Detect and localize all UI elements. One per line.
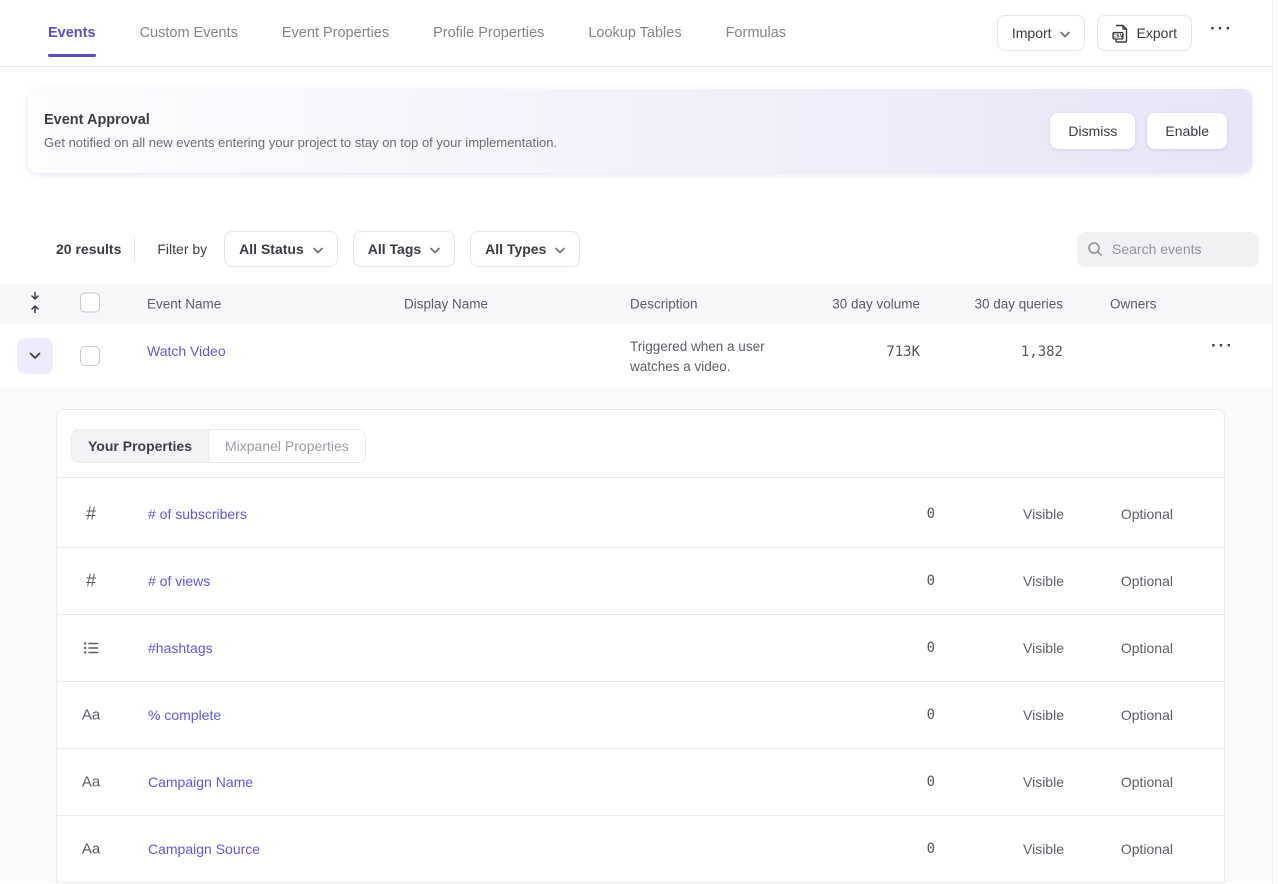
property-name-link[interactable]: #hashtags <box>148 640 213 656</box>
types-filter-dropdown[interactable]: All Types <box>470 231 580 267</box>
more-menu-icon[interactable]: ··· <box>1204 19 1239 47</box>
search-box[interactable] <box>1077 232 1259 267</box>
property-name-link[interactable]: # of subscribers <box>148 506 247 522</box>
chevron-down-icon <box>555 241 565 257</box>
banner-description: Get notified on all new events entering … <box>44 135 557 150</box>
tab-event-properties[interactable]: Event Properties <box>282 0 389 66</box>
property-requirement: Optional <box>973 774 1173 790</box>
chevron-down-icon <box>430 241 440 257</box>
property-row: #hashtags 0 Visible Optional <box>57 615 1224 682</box>
enable-button[interactable]: Enable <box>1147 113 1227 149</box>
csv-file-icon: CSV <box>1112 24 1129 43</box>
property-row: Aa Campaign Name 0 Visible Optional <box>57 749 1224 816</box>
tags-filter-label: All Tags <box>368 241 421 257</box>
chevron-down-icon <box>29 352 41 360</box>
property-name-link[interactable]: % complete <box>148 707 221 723</box>
status-filter-dropdown[interactable]: All Status <box>224 231 338 267</box>
event-30-day-queries: 1,382 <box>913 344 1063 360</box>
tab-formulas[interactable]: Formulas <box>726 0 786 66</box>
top-navigation: Events Custom Events Event Properties Pr… <box>0 0 1279 67</box>
chevron-down-icon <box>313 241 323 257</box>
collapse-rows-icon[interactable] <box>28 291 42 318</box>
export-button[interactable]: CSV Export <box>1097 15 1192 51</box>
banner-title: Event Approval <box>44 112 557 128</box>
text-icon: Aa <box>79 774 103 791</box>
column-event-name: Event Name <box>147 297 221 312</box>
row-more-menu-icon[interactable]: ··· <box>1205 336 1240 364</box>
dismiss-button[interactable]: Dismiss <box>1050 113 1135 149</box>
search-input[interactable] <box>1112 241 1249 257</box>
filter-by-label: Filter by <box>157 241 207 257</box>
banner-actions: Dismiss Enable <box>1050 113 1227 149</box>
event-30-day-volume: 713K <box>770 344 920 360</box>
import-button[interactable]: Import <box>997 15 1085 51</box>
property-row: # # of subscribers 0 Visible Optional <box>57 481 1224 548</box>
search-icon <box>1087 241 1103 257</box>
export-button-label: Export <box>1137 25 1177 41</box>
chevron-down-icon <box>1060 25 1070 41</box>
text-icon: Aa <box>79 841 103 858</box>
text-icon: Aa <box>79 707 103 724</box>
types-filter-label: All Types <box>485 241 546 257</box>
banner-text: Event Approval Get notified on all new e… <box>44 112 557 150</box>
property-requirement: Optional <box>973 506 1173 522</box>
tab-profile-properties[interactable]: Profile Properties <box>433 0 544 66</box>
svg-text:CSV: CSV <box>1112 33 1123 39</box>
column-description: Description <box>630 297 698 312</box>
expanded-event-region: Your Properties Mixpanel Properties # # … <box>0 388 1279 883</box>
property-name-link[interactable]: Campaign Name <box>148 774 253 790</box>
list-icon <box>79 639 103 657</box>
tab-events[interactable]: Events <box>48 0 96 66</box>
column-display-name: Display Name <box>404 297 488 312</box>
tab-lookup-tables[interactable]: Lookup Tables <box>588 0 681 66</box>
filter-bar: 20 results Filter by All Status All Tags… <box>0 231 1279 267</box>
import-button-label: Import <box>1012 25 1052 41</box>
event-name-link[interactable]: Watch Video <box>147 343 226 359</box>
scrollbar-gutter[interactable] <box>1272 0 1279 884</box>
tab-custom-events[interactable]: Custom Events <box>140 0 238 66</box>
nav-tabs: Events Custom Events Event Properties Pr… <box>48 0 786 66</box>
property-row: Aa % complete 0 Visible Optional <box>57 682 1224 749</box>
property-requirement: Optional <box>973 841 1173 857</box>
tab-mixpanel-properties[interactable]: Mixpanel Properties <box>208 430 365 462</box>
property-requirement: Optional <box>973 573 1173 589</box>
tab-your-properties[interactable]: Your Properties <box>72 430 208 462</box>
number-icon: # <box>79 571 103 592</box>
collapse-row-button[interactable] <box>17 338 53 374</box>
select-all-checkbox[interactable] <box>80 293 100 313</box>
tags-filter-dropdown[interactable]: All Tags <box>353 231 455 267</box>
properties-card: Your Properties Mixpanel Properties # # … <box>56 409 1225 883</box>
event-approval-banner: Event Approval Get notified on all new e… <box>28 89 1252 173</box>
nav-actions: Import CSV Export ··· <box>997 15 1239 51</box>
divider <box>134 236 135 262</box>
number-icon: # <box>79 504 103 525</box>
column-owners: Owners <box>1110 297 1157 312</box>
results-count: 20 results <box>56 241 121 257</box>
property-requirement: Optional <box>973 707 1173 723</box>
property-row: Aa Campaign Source 0 Visible Optional <box>57 816 1224 883</box>
status-filter-label: All Status <box>239 241 304 257</box>
property-requirement: Optional <box>973 640 1173 656</box>
column-30-day-volume: 30 day volume <box>770 297 920 312</box>
events-table-header: Event Name Display Name Description 30 d… <box>0 284 1279 324</box>
properties-tabs: Your Properties Mixpanel Properties <box>71 429 366 463</box>
table-row-watch-video: Watch Video Triggered when a user watche… <box>0 324 1279 388</box>
column-30-day-queries: 30 day queries <box>913 297 1063 312</box>
property-row: # # of views 0 Visible Optional <box>57 548 1224 615</box>
property-name-link[interactable]: Campaign Source <box>148 841 260 857</box>
property-name-link[interactable]: # of views <box>148 573 210 589</box>
divider <box>57 477 1224 478</box>
select-row-checkbox[interactable] <box>80 346 100 366</box>
